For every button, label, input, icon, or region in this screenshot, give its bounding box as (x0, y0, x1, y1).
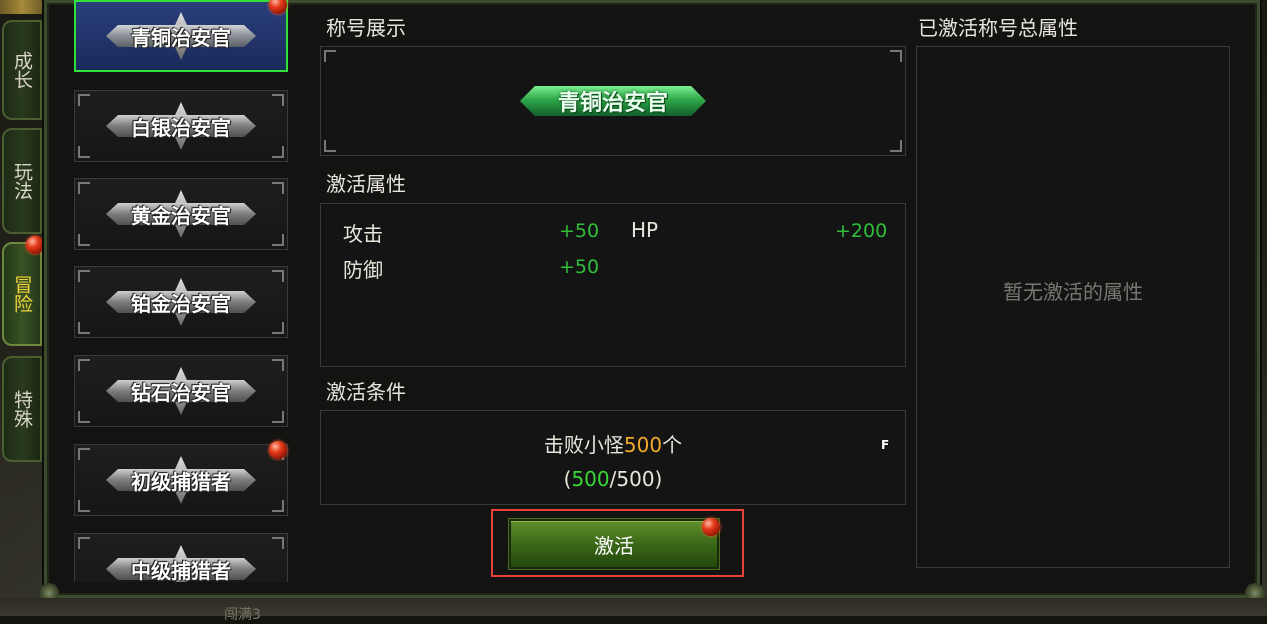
tab-gameplay[interactable]: 玩法 (2, 128, 42, 234)
corner-ornament (78, 146, 90, 158)
summary-box: 暂无激活的属性 (916, 46, 1230, 568)
hotkey-hint: F (881, 438, 890, 452)
corner-ornament (272, 322, 284, 334)
conditions-box: 击败小怪500个 (500/500) F (320, 410, 906, 505)
tab-bar-ornament (0, 0, 44, 14)
tab-gameplay-label: 玩法 (11, 162, 33, 200)
corner-ornament (324, 140, 336, 152)
title-badge: 黄金治安官 (106, 196, 256, 232)
tab-growth-label: 成长 (11, 51, 33, 89)
title-badge: 青铜治安官 (106, 18, 256, 54)
title-display-box: 青铜治安官 (320, 46, 906, 156)
title-badge: 铂金治安官 (106, 284, 256, 320)
corner-ornament (272, 359, 284, 371)
summary-section-title: 已激活称号总属性 (918, 16, 1078, 40)
title-item-silver-sheriff[interactable]: 白银治安官 (74, 90, 288, 162)
attributes-section-title: 激活属性 (326, 172, 406, 196)
activate-button-label: 激活 (594, 533, 634, 558)
tab-adventure-label: 冒险 (11, 275, 33, 313)
progress-current: 500 (571, 467, 610, 491)
corner-ornament (78, 448, 90, 460)
corner-ornament (272, 270, 284, 282)
summary-empty-text: 暂无激活的属性 (1003, 280, 1143, 304)
corner-ornament (78, 270, 90, 282)
attr-attack-value: +50 (559, 220, 600, 242)
title-badge-label: 铂金治安官 (131, 291, 231, 316)
attributes-box: 攻击 +50 HP +200 防御 +50 (320, 203, 906, 367)
corner-ornament (272, 146, 284, 158)
corner-ornament (78, 359, 90, 371)
corner-ornament (78, 94, 90, 106)
side-tab-bar: 成长 玩法 冒险 特殊 (0, 0, 44, 470)
corner-ornament (890, 140, 902, 152)
corner-ornament (272, 411, 284, 423)
condition-description: 击败小怪500个 (321, 429, 905, 458)
corner-ornament (890, 50, 902, 62)
corner-ornament (78, 322, 90, 334)
corner-ornament (78, 500, 90, 512)
attr-defense-value: +50 (559, 256, 600, 278)
corner-ornament (272, 500, 284, 512)
title-badge-label: 钻石治安官 (131, 380, 231, 405)
corner-ornament (78, 537, 90, 549)
title-notification-dot (269, 441, 287, 459)
title-badge: 钻石治安官 (106, 373, 256, 409)
title-badge: 初级捕猎者 (106, 462, 256, 498)
progress-total: /500) (609, 467, 663, 491)
title-item-diamond-sheriff[interactable]: 钻石治安官 (74, 355, 288, 427)
corner-ornament (78, 182, 90, 194)
activate-button[interactable]: 激活 (509, 519, 719, 569)
title-item-gold-sheriff[interactable]: 黄金治安官 (74, 178, 288, 250)
tab-special[interactable]: 特殊 (2, 356, 42, 462)
tab-special-label: 特殊 (11, 390, 33, 428)
bottom-partial-text: 闯满3 (224, 607, 261, 623)
title-item-junior-hunter[interactable]: 初级捕猎者 (74, 444, 288, 516)
title-badge-label: 黄金治安官 (131, 203, 231, 228)
condition-count: 500 (623, 433, 663, 457)
corner-ornament (272, 537, 284, 549)
title-badge-label: 白银治安官 (131, 115, 231, 140)
title-item-platinum-sheriff[interactable]: 铂金治安官 (74, 266, 288, 338)
title-item-intermediate-hunter[interactable]: 中级捕猎者 (74, 533, 288, 582)
tab-adventure-notification-dot (26, 236, 44, 254)
condition-prefix: 击败小怪 (543, 433, 624, 457)
title-item-bronze-sheriff[interactable]: 青铜治安官 (74, 0, 288, 72)
tab-growth[interactable]: 成长 (2, 20, 42, 120)
attr-defense-name: 防御 (343, 258, 383, 282)
attr-hp-value: +200 (835, 220, 888, 242)
selected-title-badge: 青铜治安官 (520, 82, 706, 120)
attr-attack-name: 攻击 (343, 222, 383, 246)
title-badge-label: 中级捕猎者 (131, 558, 231, 583)
title-badge: 白银治安官 (106, 108, 256, 144)
corner-ornament (272, 234, 284, 246)
condition-suffix: 个 (662, 433, 683, 457)
tab-adventure[interactable]: 冒险 (2, 242, 42, 346)
corner-ornament (78, 234, 90, 246)
corner-ornament (324, 50, 336, 62)
title-badge-label: 初级捕猎者 (131, 469, 231, 494)
title-badge-label: 青铜治安官 (131, 25, 231, 50)
bottom-bar (0, 598, 1267, 616)
corner-ornament (272, 94, 284, 106)
condition-progress: (500/500) (321, 467, 905, 491)
conditions-section-title: 激活条件 (326, 380, 406, 404)
activate-notification-dot (702, 518, 720, 536)
display-section-title: 称号展示 (326, 16, 406, 40)
selected-title-badge-label: 青铜治安官 (557, 90, 668, 116)
title-badge: 中级捕猎者 (106, 551, 256, 583)
title-list[interactable]: 青铜治安官 白银治安官 黄金治安官 铂金治安官 钻石治安官 初级捕猎者 中级捕猎… (68, 0, 296, 582)
corner-ornament (78, 411, 90, 423)
corner-ornament (272, 182, 284, 194)
attr-hp-name: HP (631, 218, 659, 242)
